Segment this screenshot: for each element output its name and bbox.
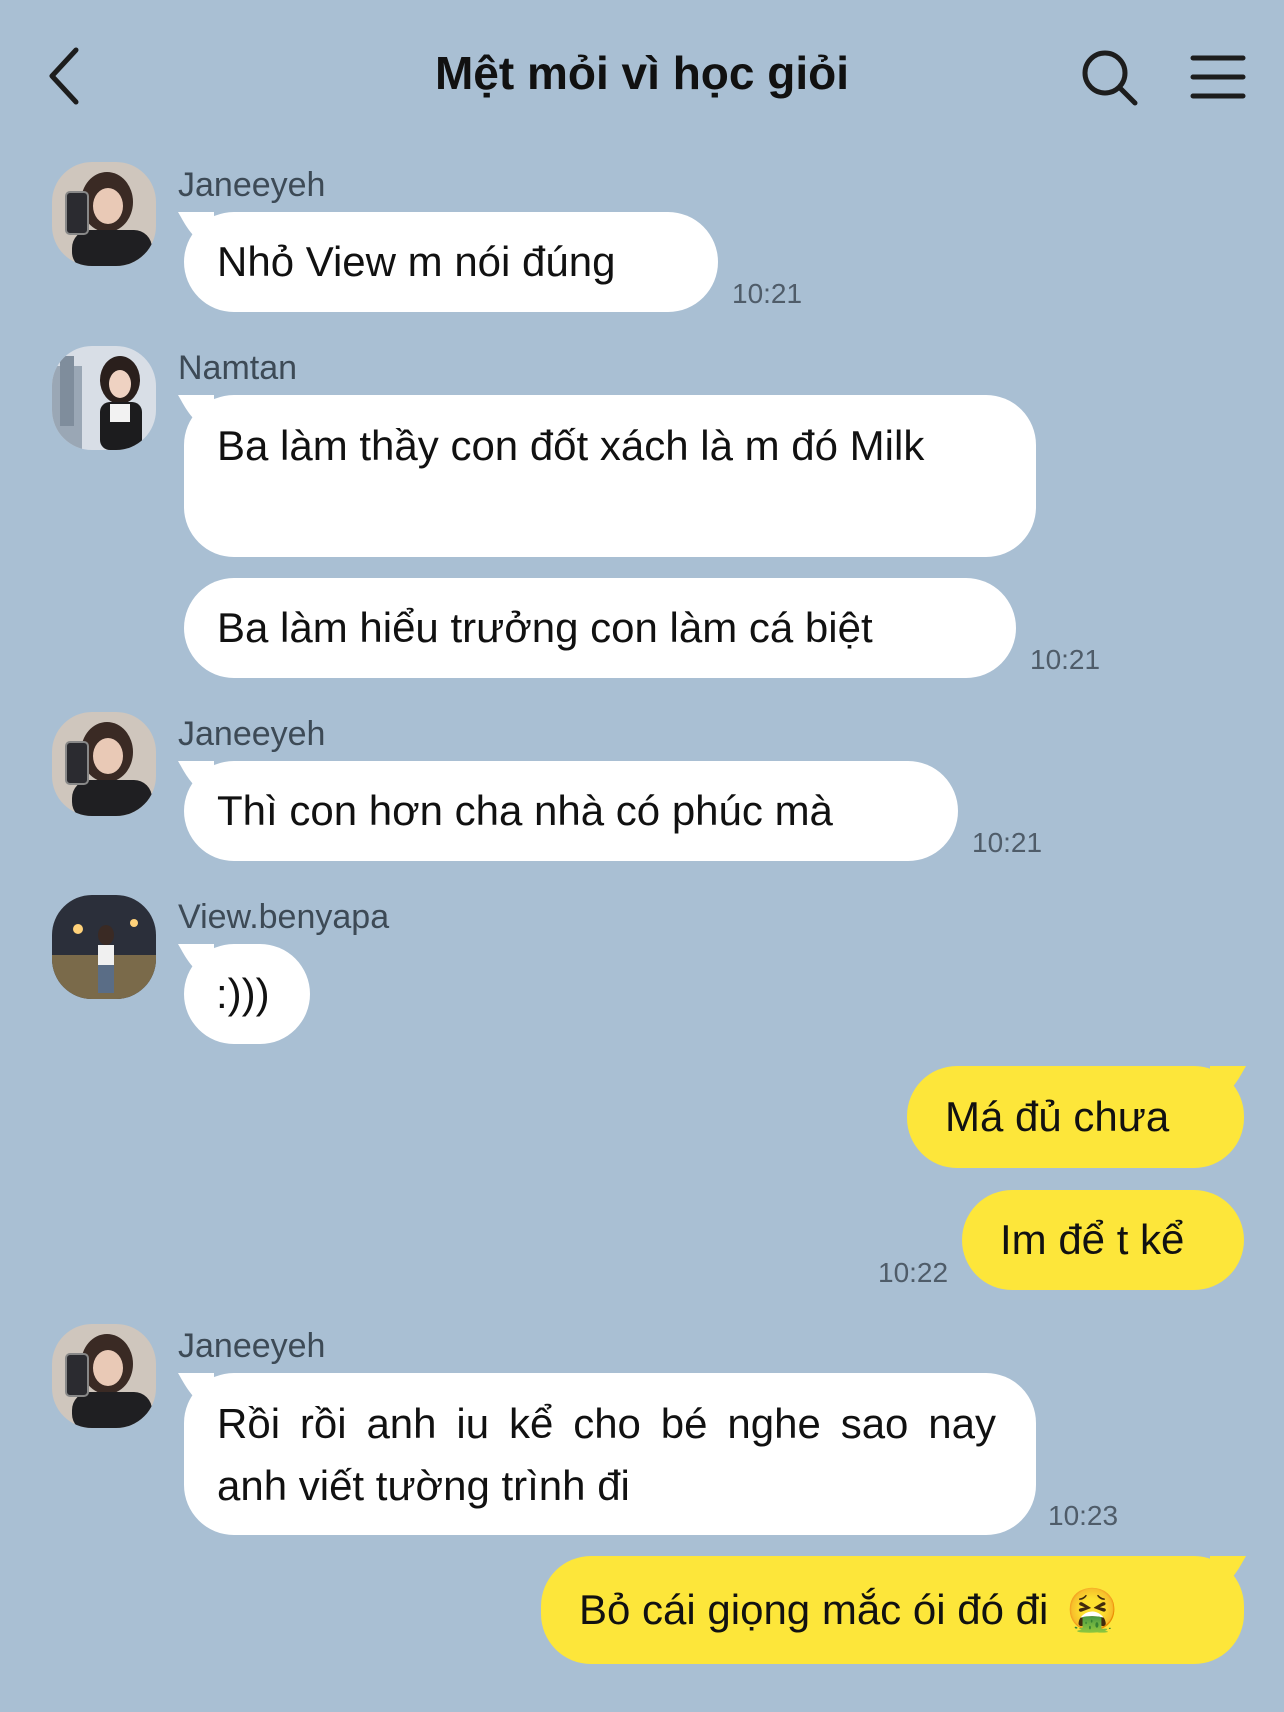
message-text: Rồi rồi anh iu kể cho bé nghe sao nay an… <box>217 1400 996 1509</box>
sender-name: View.benyapa <box>178 898 390 936</box>
sender-name: Janeeyeh <box>178 1327 326 1365</box>
message-bubble[interactable]: Má đủ chưa <box>907 1066 1244 1168</box>
avatar[interactable] <box>52 1324 156 1428</box>
message-text: Ba làm thầy con đốt xách là m đó Milk <box>217 422 925 469</box>
sender-name: Janeeyeh <box>178 715 326 753</box>
message-text: Ba làm hiểu trưởng con làm cá biệt <box>217 604 873 651</box>
message-bubble[interactable]: :))) <box>184 944 310 1044</box>
message-time: 10:21 <box>1030 644 1101 675</box>
sender-name: Namtan <box>178 349 298 387</box>
avatar[interactable] <box>52 162 156 266</box>
message-time: 10:22 <box>878 1257 949 1288</box>
menu-icon <box>1190 55 1246 99</box>
search-button[interactable] <box>1080 48 1140 108</box>
message-bubble[interactable]: Im để t kể <box>962 1190 1244 1290</box>
message-text: Nhỏ View m nói đúng <box>217 238 616 285</box>
chat-header: Mệt mỏi vì học giỏi <box>0 0 1284 150</box>
message-bubble[interactable]: Nhỏ View m nói đúng <box>184 212 718 312</box>
message-bubble[interactable]: Ba làm thầy con đốt xách là m đó Milk <box>184 395 1036 557</box>
message-bubble[interactable]: Thì con hơn cha nhà có phúc mà <box>184 761 958 861</box>
message-text: Bỏ cái giọng mắc ói đó đi <box>579 1586 1049 1633</box>
menu-button[interactable] <box>1190 52 1246 102</box>
message-text: :))) <box>216 970 270 1017</box>
vomiting-emoji-icon: 🤮 <box>1066 1586 1119 1633</box>
search-icon <box>1082 50 1138 106</box>
message-text: Im để t kể <box>1000 1216 1185 1263</box>
message-bubble[interactable]: Rồi rồi anh iu kể cho bé nghe sao nay an… <box>184 1373 1036 1535</box>
sender-name: Janeeyeh <box>178 166 326 204</box>
avatar[interactable] <box>52 346 156 450</box>
message-text: Thì con hơn cha nhà có phúc mà <box>217 787 833 834</box>
message-time: 10:21 <box>732 278 803 309</box>
message-text: Má đủ chưa <box>945 1093 1170 1140</box>
message-time: 10:21 <box>972 827 1043 858</box>
avatar[interactable] <box>52 712 156 816</box>
message-time: 10:23 <box>1048 1500 1119 1531</box>
avatar[interactable] <box>52 895 156 999</box>
message-bubble[interactable]: Bỏ cái giọng mắc ói đó đi 🤮 <box>541 1556 1244 1664</box>
message-bubble[interactable]: Ba làm hiểu trưởng con làm cá biệt <box>184 578 1016 678</box>
